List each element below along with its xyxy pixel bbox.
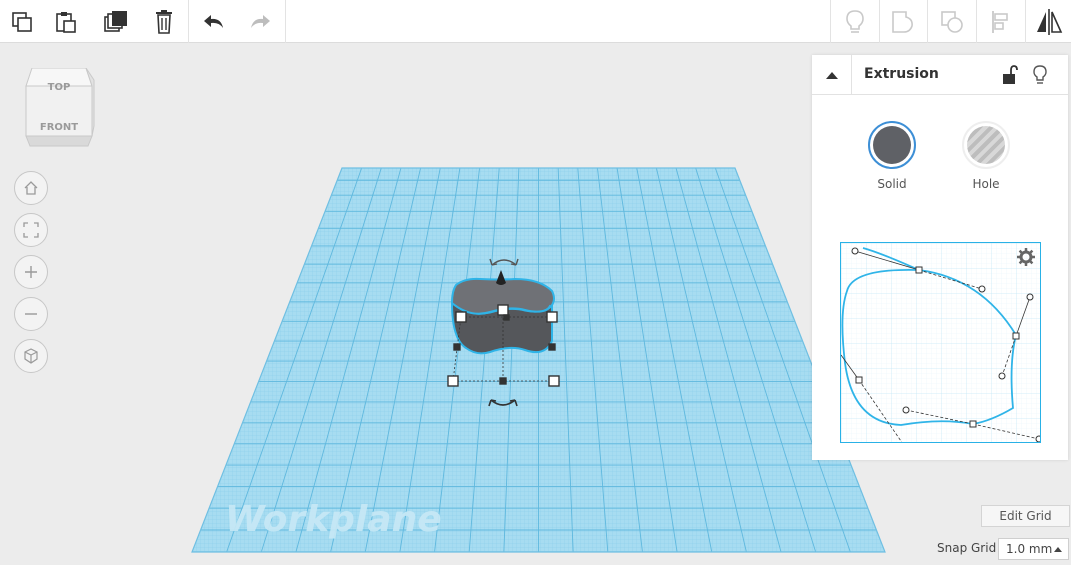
panel-header: Extrusion [812,55,1068,95]
zoom-in-icon [25,266,37,278]
paste-icon [56,11,76,33]
collapse-panel-button[interactable] [812,55,852,95]
viewport-3d[interactable]: Workplane TOP FRONT Extrusion Solid Hole [0,43,1071,565]
extrusion-curve-editor[interactable] [840,242,1041,443]
shape-inspector-panel: Extrusion Solid Hole [812,55,1068,460]
hole-label: Hole [972,177,1000,191]
notes-button[interactable] [833,0,877,43]
caret-up-icon [825,72,838,79]
mirror-button[interactable] [1027,0,1071,43]
viewcube-top-label[interactable]: TOP [48,82,71,93]
group-button[interactable] [881,0,925,43]
caret-up-icon [1054,547,1062,552]
editor-settings-button[interactable] [1016,247,1036,267]
solid-swatch [868,121,916,169]
group-icon [892,10,913,33]
bulb-icon [846,9,864,33]
delete-button[interactable] [142,0,186,43]
copy-button[interactable] [0,0,44,43]
snap-grid-select[interactable]: 1.0 mm [998,538,1069,560]
zoom-in-button[interactable] [14,255,48,289]
duplicate-icon [104,10,127,32]
lock-button[interactable] [997,63,1021,87]
hole-swatch [962,121,1010,169]
gear-icon [1017,248,1035,266]
view-cube[interactable]: TOP FRONT [24,67,96,148]
snap-grid-value: 1.0 mm [1006,542,1053,556]
undo-icon [204,14,223,28]
perspective-icon [24,348,38,364]
workplane[interactable] [191,167,886,553]
zoom-out-button[interactable] [14,297,48,331]
hole-option[interactable]: Hole [946,121,1026,191]
solid-option[interactable]: Solid [852,121,932,191]
home-view-button[interactable] [14,171,48,205]
paste-button[interactable] [44,0,88,43]
align-button[interactable] [979,0,1023,43]
unlock-icon [1003,65,1018,84]
viewcube-front-label[interactable]: FRONT [40,122,78,133]
redo-icon [251,14,270,28]
fit-view-button[interactable] [14,213,48,247]
home-icon [24,181,38,195]
bulb-icon [1033,65,1047,84]
workplane-label: Workplane [225,499,442,540]
mirror-icon [1037,8,1063,35]
shape-notes-button[interactable] [1028,63,1052,87]
delete-icon [156,9,172,34]
align-icon [992,10,1008,33]
fit-view-icon [23,222,39,238]
duplicate-button[interactable] [94,0,138,43]
top-toolbar [0,0,1071,43]
undo-button[interactable] [192,0,236,43]
snap-grid-label: Snap Grid [937,541,997,555]
redo-button[interactable] [238,0,282,43]
perspective-button[interactable] [14,339,48,373]
ungroup-button[interactable] [930,0,974,43]
solid-label: Solid [877,177,907,191]
edit-grid-button[interactable]: Edit Grid [981,505,1070,527]
zoom-out-icon [25,313,37,315]
panel-title: Extrusion [864,66,939,82]
copy-icon [12,11,32,32]
ungroup-icon [941,10,963,33]
